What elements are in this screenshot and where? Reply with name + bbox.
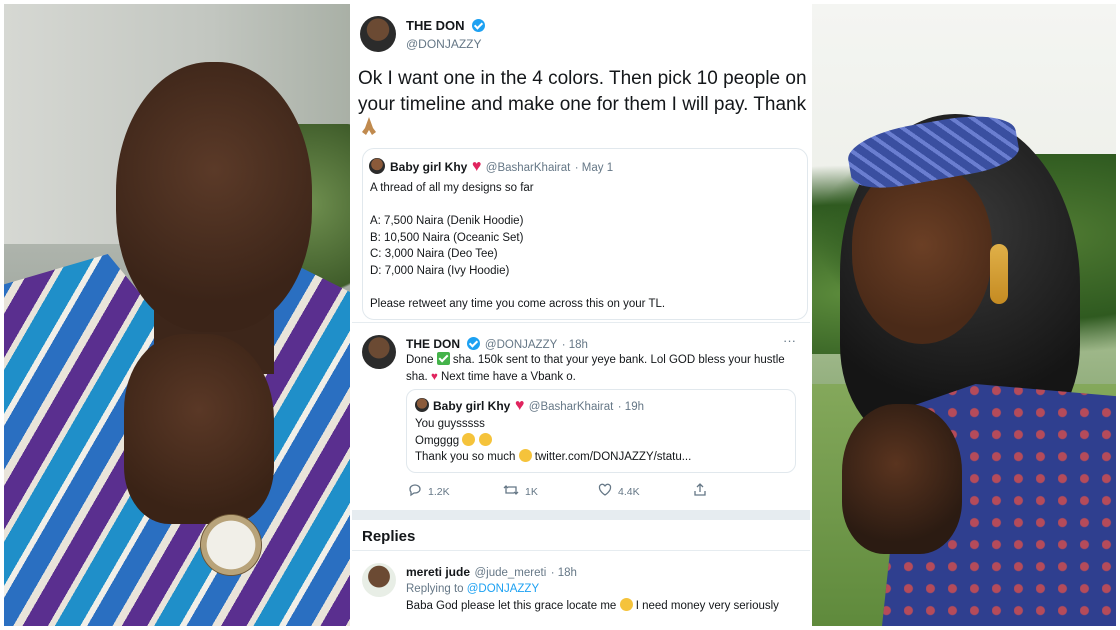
- inner-quoted-avatar: [415, 398, 429, 412]
- screenshot-collage: THE DON @DONJAZZY Ok I want one in the 4…: [0, 0, 1120, 630]
- folded-hands-icon: [360, 116, 378, 136]
- like-count: 4.4K: [618, 485, 640, 498]
- retweet-action[interactable]: 1K: [503, 483, 598, 500]
- reply-tweet[interactable]: THE DON @DONJAZZY · 18h ··· Done sha. 15…: [352, 322, 810, 510]
- wrist-watch: [200, 514, 262, 576]
- reply-text-part4: Next time have a Vbank o.: [440, 370, 576, 383]
- check-mark-icon: [436, 352, 450, 365]
- verified-icon: [467, 337, 481, 350]
- quoted-author-name: Baby girl Khy: [390, 160, 468, 174]
- woman-face: [852, 164, 992, 344]
- quoted-line: A: 7,500 Naira (Denik Hoodie): [370, 215, 524, 227]
- replier-avatar[interactable]: [362, 563, 396, 597]
- heart-icon: ♥: [471, 158, 482, 175]
- quoted-line: B: 10,500 Naira (Oceanic Set): [370, 231, 524, 244]
- crying-face-icon: [518, 449, 532, 462]
- quoted-line: Please retweet any time you come across …: [370, 297, 666, 310]
- main-author-handle[interactable]: @DONJAZZY: [406, 37, 485, 51]
- main-avatar[interactable]: [360, 16, 396, 52]
- reply-text-2: I need money very seriously: [635, 600, 779, 612]
- main-author-name[interactable]: THE DON: [406, 18, 465, 33]
- reply-count: 1.2K: [428, 485, 450, 498]
- quoted-line: [370, 279, 800, 296]
- reply-text: Baba God please let this grace locate me: [406, 600, 617, 612]
- retweet-count: 1K: [525, 485, 538, 498]
- quoted-line: C: 3,000 Naira (Deo Tee): [370, 248, 498, 260]
- reply-icon: [408, 483, 422, 500]
- inner-quoted-tweet[interactable]: Baby girl Khy ♥ @BasharKhairat · 19h You…: [406, 389, 796, 473]
- quoted-line: A thread of all my designs so far: [370, 182, 534, 194]
- quoted-author-handle: @BasharKhairat: [485, 162, 571, 174]
- inner-link[interactable]: twitter.com/DONJAZZY/statu...: [535, 451, 692, 463]
- reply-text-part3: sha.: [406, 370, 428, 383]
- left-photo: [4, 4, 350, 626]
- share-action[interactable]: [693, 483, 788, 500]
- retweet-icon: [503, 483, 519, 500]
- replies-heading: Replies: [362, 528, 416, 545]
- main-tweet-body: Ok I want one in the 4 colors. Then pick…: [358, 68, 807, 115]
- crying-face-icon: [619, 598, 633, 611]
- heart-icon: ♥: [430, 370, 438, 383]
- inner-author-name: Baby girl Khy: [433, 399, 511, 413]
- reply-author-handle[interactable]: @DONJAZZY: [485, 339, 557, 351]
- reply-list-item[interactable]: mereti jude @jude_mereti · 18h Replying …: [352, 550, 810, 630]
- right-photo: [812, 4, 1116, 626]
- reply-time: · 18h: [561, 339, 588, 351]
- like-icon: [598, 483, 612, 500]
- quoted-line: [370, 197, 800, 214]
- quoted-tweet[interactable]: Baby girl Khy ♥ @BasharKhairat · May 1 A…: [362, 148, 808, 320]
- verified-icon: [471, 19, 485, 32]
- inner-line-1: You guysssss: [415, 418, 485, 430]
- replying-to-label: Replying to: [406, 583, 464, 595]
- heart-icon: ♥: [514, 397, 525, 414]
- reply-text-part2: sha. 150k sent to that your yeye bank. L…: [452, 354, 785, 366]
- main-tweet-text: Ok I want one in the 4 colors. Then pick…: [358, 66, 810, 118]
- reply-avatar[interactable]: [362, 335, 396, 369]
- quoted-date: · May 1: [574, 162, 614, 174]
- replying-to-handle[interactable]: @DONJAZZY: [467, 583, 539, 595]
- like-action[interactable]: 4.4K: [598, 483, 693, 500]
- inner-author-handle: @BasharKhairat: [528, 401, 614, 413]
- inner-time: · 19h: [617, 401, 644, 413]
- replier-time: · 18h: [550, 567, 577, 579]
- gold-earring: [990, 244, 1008, 304]
- replier-name[interactable]: mereti jude: [406, 565, 470, 579]
- reply-action[interactable]: 1.2K: [408, 483, 503, 500]
- henna-hand: [842, 404, 962, 554]
- quoted-line: D: 7,000 Naira (Ivy Hoodie): [370, 264, 510, 277]
- reply-author-name[interactable]: THE DON: [406, 337, 460, 351]
- heart-eyes-icon: [478, 432, 492, 446]
- hand-on-chin: [124, 334, 274, 524]
- inner-line-2: Omgggg: [415, 434, 460, 447]
- reply-text-part1: Done: [406, 354, 434, 366]
- quoted-avatar: [369, 158, 385, 174]
- reply-actions: 1.2K 1K 4.4K: [408, 483, 788, 500]
- more-options-icon[interactable]: ···: [783, 333, 796, 348]
- inner-line-3a: Thank you so much: [415, 451, 516, 463]
- crying-face-icon: [462, 432, 476, 446]
- man-head: [116, 62, 312, 332]
- tweet-panel: THE DON @DONJAZZY Ok I want one in the 4…: [352, 0, 810, 630]
- section-divider: [352, 510, 810, 520]
- share-icon: [693, 483, 707, 500]
- replier-handle[interactable]: @jude_mereti: [474, 567, 546, 579]
